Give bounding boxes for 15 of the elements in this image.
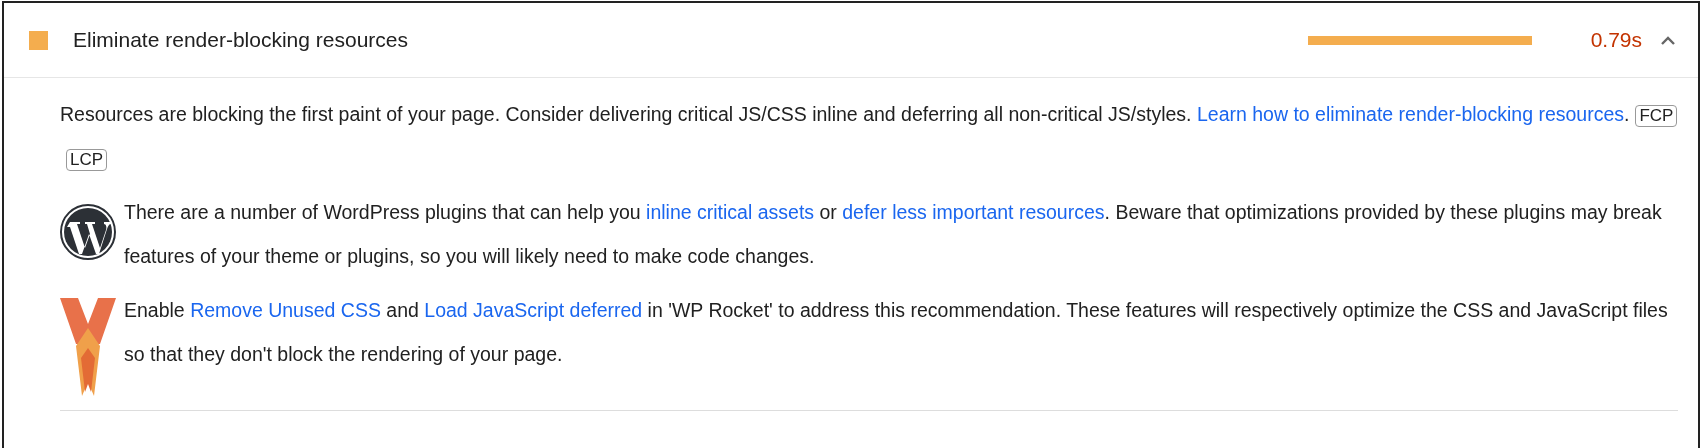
plugin-note: There are a number of WordPress plugins that can help you inline critical assets or defer less important resources. Beware that optimizations provided by these plugins may break features of your theme or plugins, so you will likely need to make code changes. xyxy=(124,200,1663,269)
metric-tag: LCP xyxy=(66,149,108,171)
plugin-note: Enable Remove Unused CSS and Load JavaScript deferred in 'WP Rocket' to address this recommendation. These features will respectively optimize the CSS and JavaScript files so that they don't block the rendering of your page. xyxy=(124,298,1669,367)
link[interactable]: Remove Unused CSS xyxy=(190,299,381,321)
savings-value: 0.79s xyxy=(1589,28,1642,52)
link[interactable]: inline critical assets xyxy=(646,201,815,223)
link[interactable]: Learn how to eliminate render-blocking resources xyxy=(1196,103,1624,125)
link[interactable]: Load JavaScript deferred xyxy=(424,299,643,321)
rocket-logo-icon xyxy=(60,298,116,396)
audit-description: Resources are blocking the first paint of your page. Consider delivering critical JS/CSS inline and deferring all non-critical JS/styles. Learn how to eliminate render-blocking resources. FCP LCP xyxy=(60,92,1678,180)
wordpress-icon xyxy=(60,204,116,260)
metric-tag: FCP xyxy=(1635,105,1678,127)
chevron-icon[interactable] xyxy=(1660,35,1676,45)
audit-title: Eliminate render-blocking resources xyxy=(73,28,409,52)
link[interactable]: defer less important resources xyxy=(842,201,1105,223)
